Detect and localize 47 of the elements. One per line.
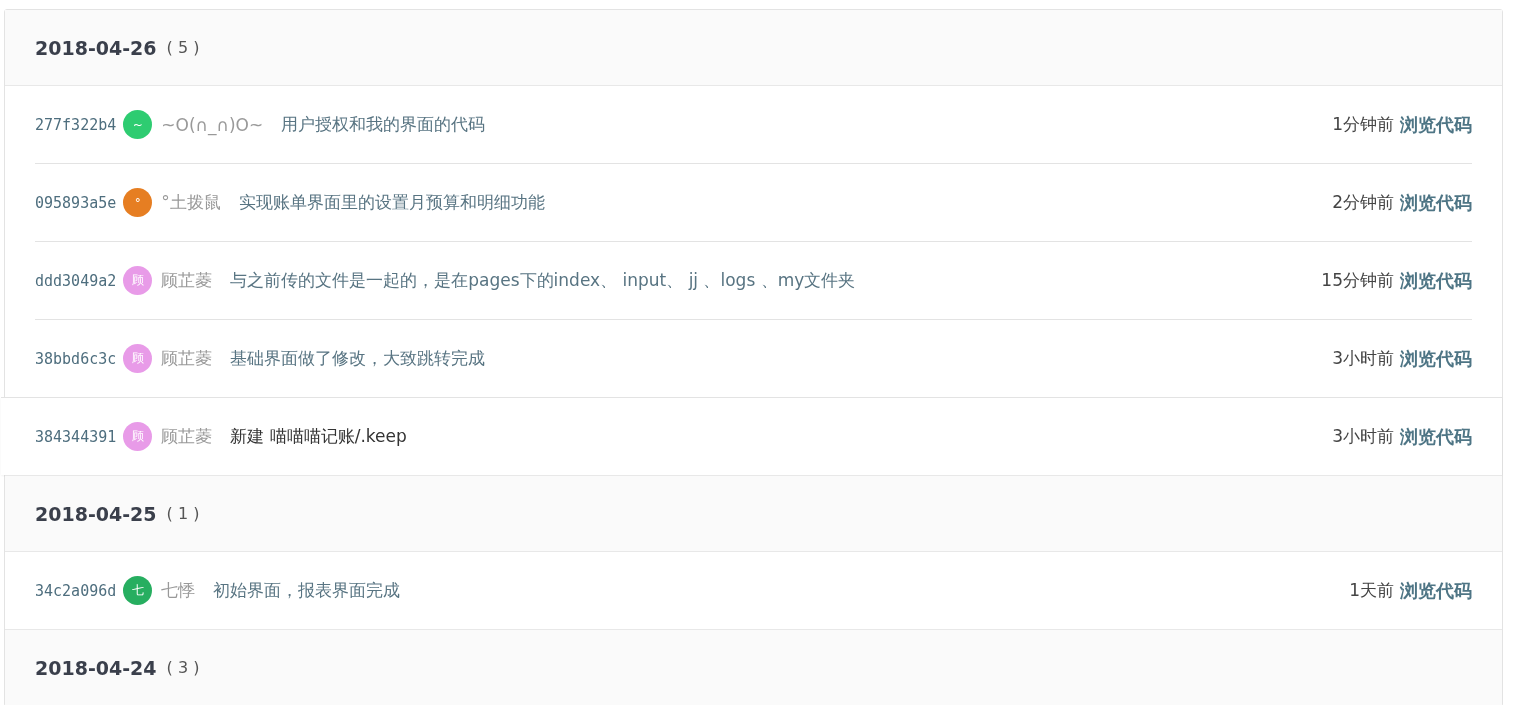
date-label: 2018-04-25 xyxy=(35,502,157,525)
commit-message: 与之前传的文件是一起的，是在pages下的index、 input、 jj 、logs 、my文件夹 xyxy=(230,269,857,292)
author-name: ~O(∩_∩)O~ xyxy=(161,114,264,135)
commit-count: ( 3 ) xyxy=(166,658,200,677)
browse-code-link[interactable]: 浏览代码 xyxy=(1400,424,1472,449)
commit-message: 实现账单界面里的设置月预算和明细功能 xyxy=(238,191,546,214)
commit-message: 新建 喵喵喵记账/.keep xyxy=(230,425,408,448)
commit-hash-link[interactable]: ddd3049a2 xyxy=(35,271,117,290)
commit-hash-link[interactable]: 34c2a096d xyxy=(35,581,117,600)
commit-row[interactable]: 34c2a096d 七 七悸 初始界面，报表界面完成 1天前 浏览代码 xyxy=(35,552,1472,629)
author-avatar: 顾 xyxy=(123,344,153,373)
browse-code-link[interactable]: 浏览代码 xyxy=(1400,578,1472,603)
commit-time: 2分钟前 xyxy=(1332,191,1394,214)
date-label: 2018-04-24 xyxy=(35,656,157,679)
commit-time: 1分钟前 xyxy=(1332,113,1394,136)
commit-row[interactable]: 095893a5e ° °土拨鼠 实现账单界面里的设置月预算和明细功能 2分钟前 浏览代码 xyxy=(35,163,1472,241)
commit-row[interactable]: 277f322b4 ~ ~O(∩_∩)O~ 用户授权和我的界面的代码 1分钟前 浏览代码 xyxy=(35,86,1472,163)
author-name: 顾芷菱 xyxy=(161,347,213,370)
author-name: 七悸 xyxy=(161,579,196,602)
commit-row[interactable]: 384344391 顾 顾芷菱 新建 喵喵喵记账/.keep 3小时前 浏览代码 xyxy=(1,397,1502,475)
commit-time: 15分钟前 xyxy=(1321,269,1394,292)
commit-count: ( 5 ) xyxy=(166,38,200,57)
browse-code-link[interactable]: 浏览代码 xyxy=(1400,190,1472,215)
commit-row[interactable]: ddd3049a2 顾 顾芷菱 与之前传的文件是一起的，是在pages下的index、 input、 jj 、logs 、my文件夹 15分钟前 浏览代码 xyxy=(35,241,1472,319)
author-avatar: 顾 xyxy=(123,266,153,295)
commit-hash-link[interactable]: 384344391 xyxy=(35,427,117,446)
browse-code-link[interactable]: 浏览代码 xyxy=(1400,268,1472,293)
commit-time: 3小时前 xyxy=(1332,347,1394,370)
author-avatar: 七 xyxy=(123,576,153,605)
author-name: 顾芷菱 xyxy=(161,425,213,448)
commit-hash-link[interactable]: 095893a5e xyxy=(35,193,117,212)
date-label: 2018-04-26 xyxy=(35,36,157,59)
commit-time: 1天前 xyxy=(1349,579,1394,602)
commit-message: 基础界面做了修改，大致跳转完成 xyxy=(230,347,487,370)
commit-hash-link[interactable]: 38bbd6c3c xyxy=(35,349,117,368)
author-avatar: ° xyxy=(123,188,153,217)
author-avatar: ~ xyxy=(123,110,153,139)
commit-message: 用户授权和我的界面的代码 xyxy=(281,113,487,136)
commit-hash-link[interactable]: 277f322b4 xyxy=(35,115,117,134)
author-avatar: 顾 xyxy=(123,422,153,451)
commit-message: 初始界面，报表界面完成 xyxy=(213,579,402,602)
author-name: 顾芷菱 xyxy=(161,269,213,292)
author-name: °土拨鼠 xyxy=(161,191,221,214)
commit-count: ( 1 ) xyxy=(166,504,200,523)
commit-time: 3小时前 xyxy=(1332,425,1394,448)
browse-code-link[interactable]: 浏览代码 xyxy=(1400,346,1472,371)
browse-code-link[interactable]: 浏览代码 xyxy=(1400,112,1472,137)
